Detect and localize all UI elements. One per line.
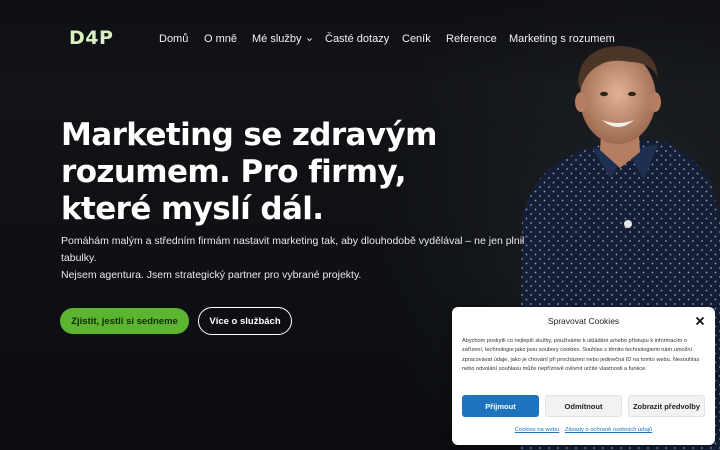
nav-item-domu[interactable]: Domů — [159, 33, 188, 45]
hero-description: Pomáhám malým a středním firmám nastavit… — [61, 233, 561, 284]
nav-item-reference[interactable]: Reference — [446, 33, 497, 45]
more-services-button[interactable]: Více o službách — [198, 307, 292, 335]
cookie-dialog-text: Abychom poskytli co nejlepší služby, pou… — [462, 338, 700, 372]
nav-item-me-sluzby[interactable]: Mé služby — [252, 33, 313, 45]
hero-text-line: Nejsem agentura. Jsem strategický partne… — [61, 269, 362, 281]
hero-title-line: které myslí dál. — [61, 191, 324, 227]
nav-item-marketing-s-rozumem[interactable]: Marketing s rozumem — [509, 33, 615, 45]
nav-item-cenik[interactable]: Ceník — [402, 33, 431, 45]
hero-title: Marketing se zdravým rozumem. Pro firmy,… — [61, 117, 481, 228]
privacy-policy-link[interactable]: Zásady o ochraně osobních údajů — [565, 427, 652, 433]
close-icon[interactable] — [695, 316, 705, 326]
cookie-consent-dialog: Spravovat Cookies Abychom poskytli co ne… — [452, 307, 715, 445]
view-preferences-button[interactable]: Zobrazit předvolby — [628, 395, 705, 417]
find-fit-button[interactable]: Zjistit, jestli si sedneme — [60, 308, 189, 334]
site-logo[interactable]: D4P — [69, 27, 113, 49]
chevron-down-icon — [306, 37, 312, 41]
nav-item-caste-dotazy[interactable]: Časté dotazy — [325, 33, 389, 45]
hero-title-line: rozumem. Pro firmy, — [61, 154, 406, 190]
hero-title-line: Marketing se zdravým — [61, 117, 437, 153]
deny-cookies-button[interactable]: Odmítnout — [545, 395, 622, 417]
nav-item-me-sluzby-label: Mé služby — [252, 33, 302, 45]
cookie-dialog-title: Spravovat Cookies — [547, 316, 620, 326]
nav-item-o-mne[interactable]: O mně — [204, 33, 237, 45]
hero-text-line: Pomáhám malým a středním firmám nastavit… — [61, 235, 525, 264]
cookie-policy-link[interactable]: Cookies na webu — [515, 427, 559, 433]
accept-cookies-button[interactable]: Přijmout — [462, 395, 539, 417]
cookie-links: Cookies na webu Zásady o ochraně osobníc… — [452, 427, 715, 433]
